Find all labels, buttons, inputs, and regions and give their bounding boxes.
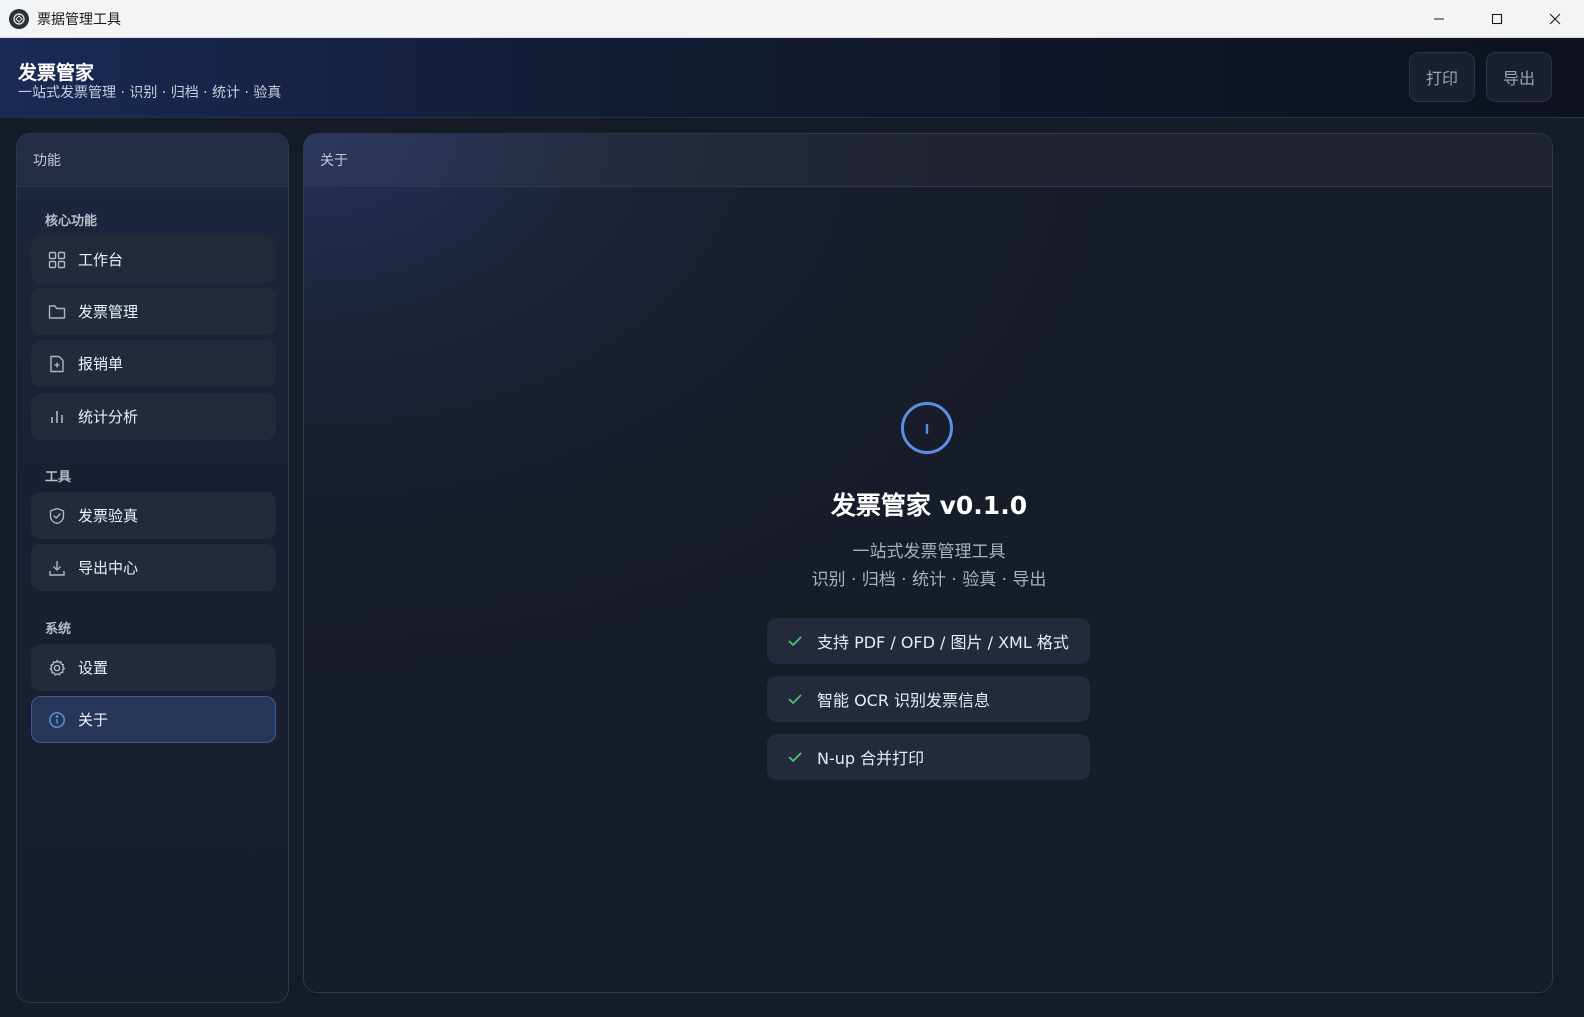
sidebar-item-label: 报销单 xyxy=(78,355,124,373)
export-button[interactable]: 导出 xyxy=(1486,52,1552,102)
section-label-core: 核心功能 xyxy=(45,214,98,229)
section-label-tools: 工具 xyxy=(45,470,72,485)
sidebar-item-label: 导出中心 xyxy=(78,559,139,577)
app-tagline: 一站式发票管理工具 xyxy=(852,542,1006,562)
section-label-system: 系统 xyxy=(45,622,72,637)
close-icon xyxy=(1549,13,1561,25)
sidebar-item-invoices[interactable]: 发票管理 xyxy=(31,288,276,335)
sidebar-item-label: 设置 xyxy=(78,659,109,677)
sidebar-item-settings[interactable]: 设置 xyxy=(31,644,276,691)
info-logo-icon xyxy=(901,402,953,454)
file-plus-icon xyxy=(48,355,66,373)
feature-item: 支持 PDF / OFD / 图片 / XML 格式 xyxy=(767,618,1090,664)
print-button[interactable]: 打印 xyxy=(1409,52,1475,102)
main-heading: 关于 xyxy=(304,134,1552,187)
sidebar: 功能 核心功能 工作台 发票管理 报销单 统计分析 工具 发票验真 导出中心 系… xyxy=(16,133,289,1003)
feature-text: 支持 PDF / OFD / 图片 / XML 格式 xyxy=(817,633,1069,652)
sidebar-item-label: 工作台 xyxy=(78,251,124,269)
bar-chart-icon xyxy=(48,408,66,426)
close-button[interactable] xyxy=(1526,0,1584,38)
maximize-button[interactable] xyxy=(1468,0,1526,38)
minimize-icon xyxy=(1434,18,1444,20)
brand-title: 发票管家 xyxy=(18,62,95,84)
grid-icon xyxy=(48,251,66,269)
sidebar-item-export-center[interactable]: 导出中心 xyxy=(31,544,276,591)
sidebar-heading: 功能 xyxy=(17,134,288,187)
brand-subtitle: 一站式发票管理 · 识别 · 归档 · 统计 · 验真 xyxy=(18,85,282,101)
app-version-title: 发票管家 v0.1.0 xyxy=(830,491,1028,520)
feature-item: N-up 合并打印 xyxy=(767,734,1090,780)
sidebar-item-label: 发票管理 xyxy=(78,303,139,321)
feature-text: N-up 合并打印 xyxy=(817,749,925,768)
feature-text: 智能 OCR 识别发票信息 xyxy=(817,691,991,710)
download-icon xyxy=(48,559,66,577)
app-header: 发票管家 一站式发票管理 · 识别 · 归档 · 统计 · 验真 打印 导出 xyxy=(0,38,1584,118)
window-titlebar: 票据管理工具 xyxy=(0,0,1584,38)
sidebar-item-workbench[interactable]: 工作台 xyxy=(31,236,276,283)
sidebar-item-verify[interactable]: 发票验真 xyxy=(31,492,276,539)
gear-icon xyxy=(48,659,66,677)
sidebar-item-label: 关于 xyxy=(78,711,109,729)
window-title: 票据管理工具 xyxy=(37,11,121,28)
sidebar-item-label: 发票验真 xyxy=(78,507,139,525)
feature-item: 智能 OCR 识别发票信息 xyxy=(767,676,1090,722)
folder-icon xyxy=(48,303,66,321)
info-icon xyxy=(48,711,66,729)
check-icon xyxy=(788,752,802,762)
shield-check-icon xyxy=(48,507,66,525)
sidebar-item-about[interactable]: 关于 xyxy=(31,696,276,743)
sidebar-item-statistics[interactable]: 统计分析 xyxy=(31,393,276,440)
app-capabilities: 识别 · 归档 · 统计 · 验真 · 导出 xyxy=(811,570,1047,590)
sidebar-item-reimbursement[interactable]: 报销单 xyxy=(31,340,276,387)
main-panel: 关于 发票管家 v0.1.0 一站式发票管理工具 识别 · 归档 · 统计 · … xyxy=(303,133,1553,993)
check-icon xyxy=(788,636,802,646)
minimize-button[interactable] xyxy=(1410,0,1468,38)
maximize-icon xyxy=(1491,13,1503,25)
check-icon xyxy=(788,694,802,704)
app-logo-icon xyxy=(9,8,29,29)
sidebar-item-label: 统计分析 xyxy=(78,408,139,426)
